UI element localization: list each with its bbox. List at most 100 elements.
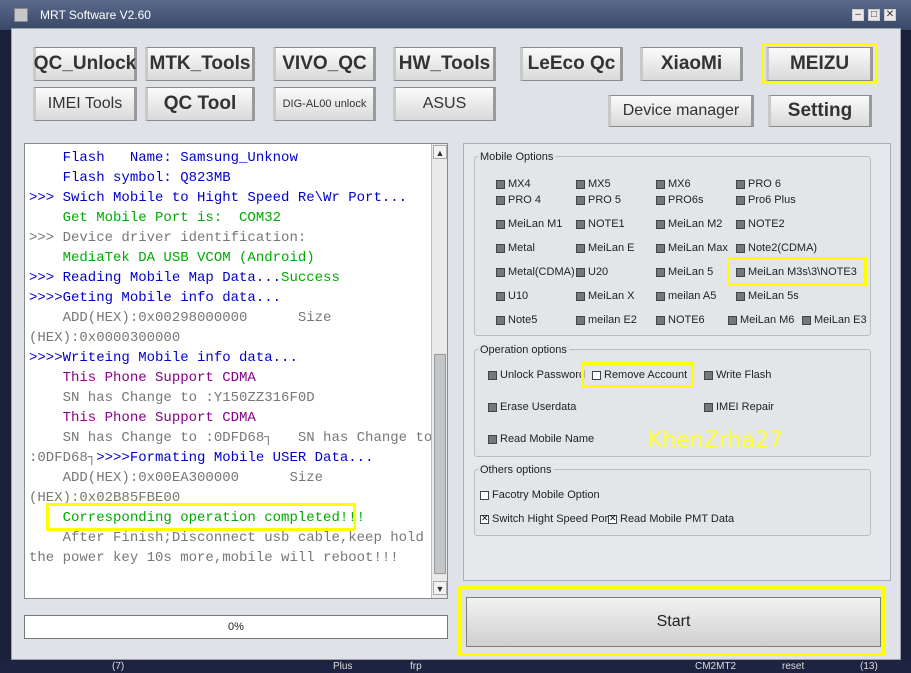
checkbox-checked-icon[interactable] (608, 513, 617, 524)
checkbox-icon[interactable] (576, 219, 585, 229)
checkbox-icon[interactable] (656, 179, 665, 189)
factory-mobile-option[interactable]: Facotry Mobile Option (480, 489, 600, 501)
maximize-button[interactable]: □ (868, 9, 880, 21)
checkbox-icon[interactable] (728, 315, 737, 325)
checkbox-icon[interactable] (736, 291, 745, 301)
checkbox-icon[interactable] (496, 243, 505, 253)
mobile-option[interactable]: PRO 5 (576, 194, 621, 206)
checkbox-icon[interactable] (480, 490, 489, 500)
switch-hight-speed-option[interactable]: Switch Hight Speed Por (480, 513, 608, 525)
checkbox-icon[interactable] (576, 179, 585, 189)
mobile-option[interactable]: MX6 (656, 178, 691, 190)
close-button[interactable]: ✕ (884, 9, 896, 21)
checkbox-icon[interactable] (488, 434, 497, 444)
scroll-thumb[interactable] (434, 354, 446, 574)
checkbox-icon[interactable] (488, 370, 497, 380)
mobile-option[interactable]: MeiLan X (576, 290, 634, 302)
mobile-option[interactable]: NOTE1 (576, 218, 625, 230)
mobile-option[interactable]: Note5 (496, 314, 537, 326)
imei-repair-option[interactable]: IMEI Repair (704, 401, 774, 413)
checkbox-icon[interactable] (576, 243, 585, 253)
meizu-button[interactable]: MEIZU (766, 47, 873, 81)
mobile-option[interactable]: NOTE2 (736, 218, 785, 230)
minimize-button[interactable]: – (852, 9, 864, 21)
start-button[interactable]: Start (466, 597, 881, 647)
read-mobile-name-option[interactable]: Read Mobile Name (488, 433, 594, 445)
checkbox-icon[interactable] (656, 243, 665, 253)
checkbox-icon[interactable] (656, 219, 665, 229)
mobile-option[interactable]: MeiLan 5s (736, 290, 799, 302)
checkbox-icon[interactable] (496, 179, 505, 189)
xiaomi-button[interactable]: XiaoMi (640, 47, 743, 81)
mobile-option[interactable]: Note2(CDMA) (736, 242, 817, 254)
mobile-option[interactable]: PRO 6 (736, 178, 781, 190)
checkbox-icon[interactable] (656, 267, 665, 277)
checkbox-icon[interactable] (736, 243, 745, 253)
checkbox-icon[interactable] (736, 195, 745, 205)
mobile-option[interactable]: Metal(CDMA) (496, 266, 575, 278)
checkbox-icon[interactable] (656, 315, 665, 325)
unlock-password-option[interactable]: Unlock Password (488, 369, 585, 381)
vivo-qc-button[interactable]: VIVO_QC (273, 47, 376, 81)
imei-tools-button[interactable]: IMEI Tools (33, 87, 137, 121)
checkbox-icon[interactable] (496, 291, 505, 301)
log-line: (HEX):0x0000300000 (29, 328, 429, 348)
checkbox-icon[interactable] (496, 315, 505, 325)
checkbox-icon[interactable] (736, 179, 745, 189)
setting-button[interactable]: Setting (768, 95, 872, 127)
device-manager-button[interactable]: Device manager (608, 95, 754, 127)
dig-al00-unlock-button[interactable]: DIG-AL00 unlock (273, 87, 376, 121)
hw-tools-button[interactable]: HW_Tools (393, 47, 496, 81)
checkbox-icon[interactable] (576, 195, 585, 205)
mobile-option[interactable]: Pro6 Plus (736, 194, 796, 206)
mobile-option[interactable]: PRO 4 (496, 194, 541, 206)
checkbox-icon[interactable] (576, 267, 585, 277)
log-scrollbar[interactable]: ▲ ▼ (431, 144, 447, 598)
mobile-option[interactable]: MeiLan M1 (496, 218, 562, 230)
mobile-option[interactable]: NOTE6 (656, 314, 705, 326)
checkbox-icon[interactable] (704, 402, 713, 412)
operation-options-title: Operation options (478, 344, 569, 356)
mobile-option[interactable]: PRO6s (656, 194, 703, 206)
mobile-option[interactable]: MX5 (576, 178, 611, 190)
checkbox-icon[interactable] (488, 402, 497, 412)
mobile-option[interactable]: MeiLan E (576, 242, 634, 254)
log-line: ADD(HEX):0x00EA300000 Size (29, 468, 429, 488)
checkbox-icon[interactable] (496, 195, 505, 205)
scroll-up-icon[interactable]: ▲ (433, 145, 447, 159)
checkbox-icon[interactable] (704, 370, 713, 380)
mobile-option[interactable]: meilan E2 (576, 314, 637, 326)
remove-account-option[interactable]: Remove Account (592, 369, 687, 381)
scroll-down-icon[interactable]: ▼ (433, 581, 447, 595)
mobile-option[interactable]: meilan A5 (656, 290, 716, 302)
mtk-tools-button[interactable]: MTK_Tools (145, 47, 255, 81)
mobile-option[interactable]: U10 (496, 290, 528, 302)
mobile-option-label: MeiLan M1 (508, 218, 563, 230)
erase-userdata-option[interactable]: Erase Userdata (488, 401, 576, 413)
qc-unlock-button[interactable]: QC_Unlock (33, 47, 137, 81)
checkbox-icon[interactable] (496, 219, 505, 229)
checkbox-icon[interactable] (736, 219, 745, 229)
mobile-option[interactable]: MX4 (496, 178, 531, 190)
checkbox-icon[interactable] (576, 291, 585, 301)
asus-button[interactable]: ASUS (393, 87, 496, 121)
checkbox-icon[interactable] (656, 195, 665, 205)
checkbox-icon[interactable] (496, 267, 505, 277)
mobile-option[interactable]: MeiLan M2 (656, 218, 722, 230)
log-line: >>> Reading Mobile Map Data...Success (29, 268, 429, 288)
mobile-option[interactable]: MeiLan M6 (728, 314, 794, 326)
checkbox-icon[interactable] (802, 315, 811, 325)
mobile-option[interactable]: MeiLan 5 (656, 266, 713, 278)
checkbox-icon[interactable] (656, 291, 665, 301)
write-flash-option[interactable]: Write Flash (704, 369, 771, 381)
qc-tool-button[interactable]: QC Tool (145, 87, 255, 121)
read-mobile-pmt-option[interactable]: Read Mobile PMT Data (608, 513, 734, 525)
mobile-option[interactable]: MeiLan Max (656, 242, 728, 254)
mobile-option[interactable]: MeiLan E3 (802, 314, 867, 326)
checkbox-icon[interactable] (576, 315, 585, 325)
leeco-qc-button[interactable]: LeEco Qc (520, 47, 623, 81)
mobile-option[interactable]: U20 (576, 266, 608, 278)
checkbox-icon[interactable] (592, 370, 601, 380)
mobile-option[interactable]: Metal (496, 242, 535, 254)
checkbox-checked-icon[interactable] (480, 513, 489, 524)
